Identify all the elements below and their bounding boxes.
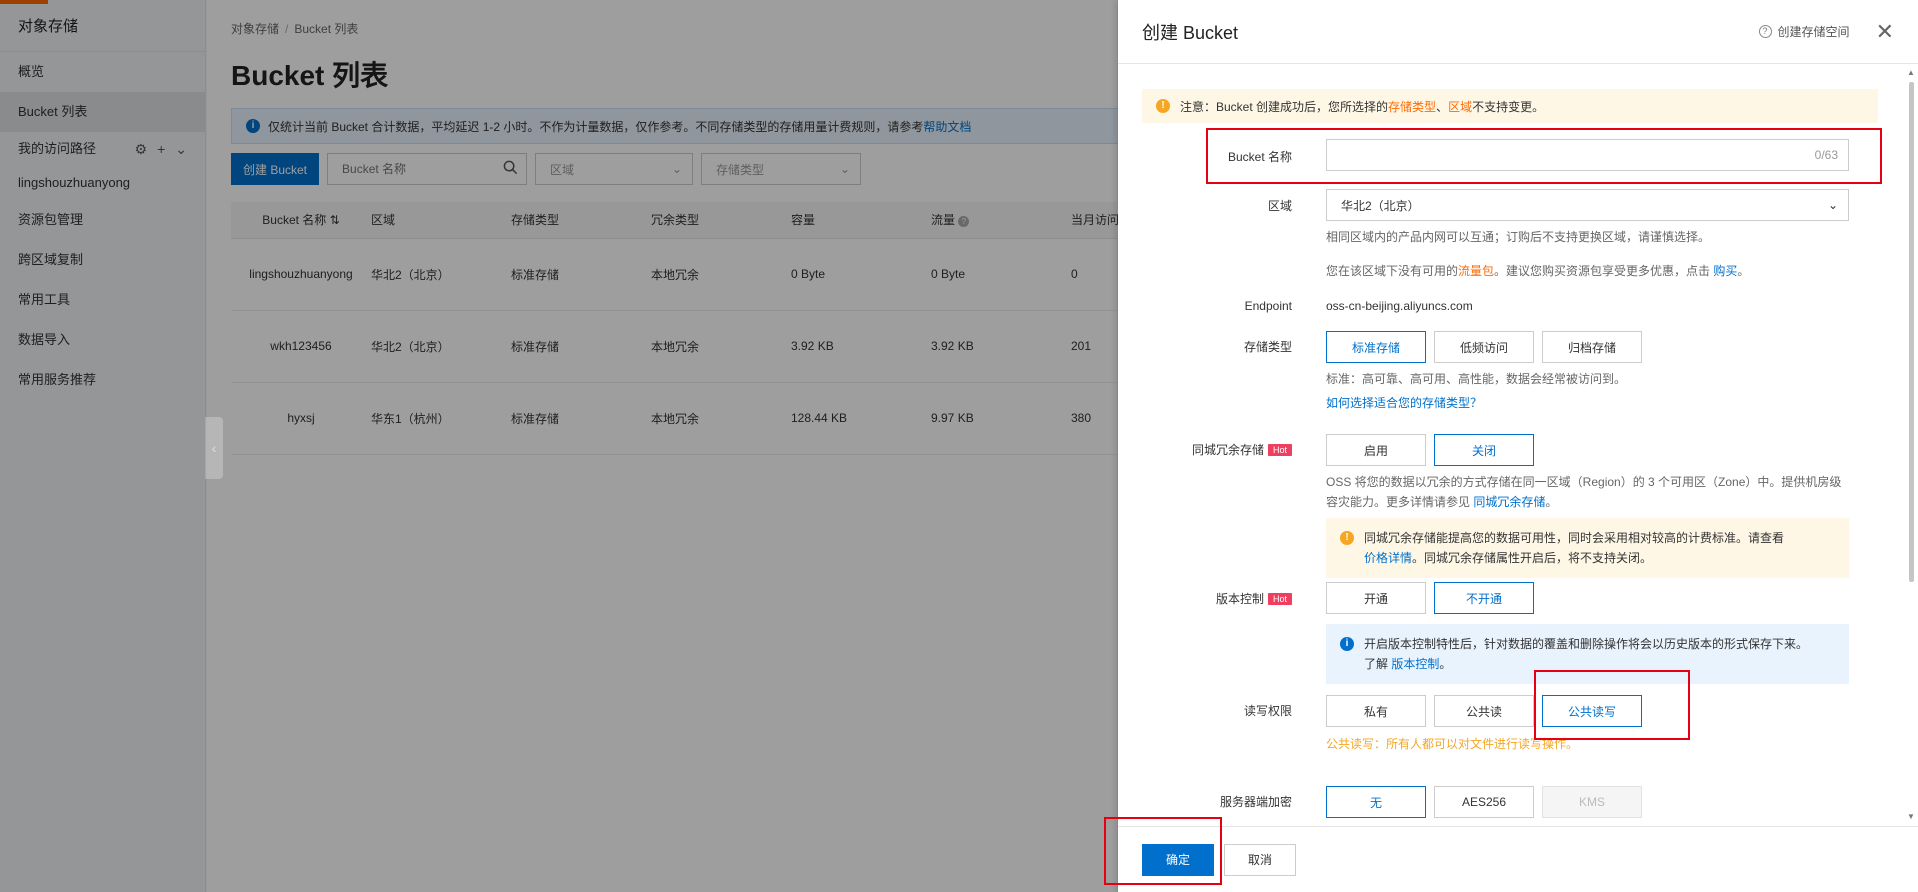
hot-badge: Hot xyxy=(1267,593,1292,605)
modal-overlay[interactable]: ‹ xyxy=(0,0,1118,892)
storage-class-guide-link[interactable]: 如何选择适合您的存储类型？ xyxy=(1326,396,1482,410)
close-icon[interactable]: ✕ xyxy=(1876,20,1894,42)
region-value: 华北2（北京） xyxy=(1341,198,1420,213)
scrollbar-thumb[interactable] xyxy=(1909,82,1914,582)
chevron-down-icon: ⌄ xyxy=(1827,198,1838,212)
warning-em-region: 区域 xyxy=(1448,99,1473,114)
endpoint-value: oss-cn-beijing.aliyuncs.com xyxy=(1326,299,1473,313)
encryption-label: 服务器端加密 xyxy=(1219,795,1292,809)
acl-private[interactable]: 私有 xyxy=(1326,695,1426,727)
zrs-pricing-warning: ! 同城冗余存储能提高您的数据可用性，同时会采用相对较高的计费标准。请查看 价格… xyxy=(1326,518,1849,578)
drawer-header: 创建 Bucket ? 创建存储空间 ✕ xyxy=(1118,0,1918,64)
storage-class-standard[interactable]: 标准存储 xyxy=(1326,331,1426,363)
warning-text: 注意：Bucket 创建成功后，您所选择的 xyxy=(1180,99,1389,114)
drawer-footer: 确定 取消 xyxy=(1118,826,1918,892)
cancel-button[interactable]: 取消 xyxy=(1224,843,1296,876)
scroll-up-arrow-icon[interactable]: ▲ xyxy=(1907,68,1915,77)
acl-label: 读写权限 xyxy=(1243,704,1292,718)
versioning-options: 开通 不开通 xyxy=(1326,582,1849,614)
storage-class-archive[interactable]: 归档存储 xyxy=(1542,331,1642,363)
zrs-hint: OSS 将您的数据以冗余的方式存储在同一区域（Region）的 3 个可用区（Z… xyxy=(1326,475,1842,509)
encryption-kms: KMS xyxy=(1542,786,1642,818)
info-icon: i xyxy=(1340,637,1354,651)
warning-separator: 、 xyxy=(1436,99,1449,114)
zrs-label: 同城冗余存储 Hot xyxy=(1118,441,1292,458)
hot-badge: Hot xyxy=(1267,444,1292,456)
endpoint-label: Endpoint xyxy=(1244,299,1292,313)
help-link-label: 创建存储空间 xyxy=(1777,25,1850,39)
create-storage-help-link[interactable]: ? 创建存储空间 xyxy=(1758,23,1850,40)
zrs-doc-link[interactable]: 同城冗余存储 xyxy=(1473,495,1545,509)
storage-class-label: 存储类型 xyxy=(1243,340,1292,354)
zrs-enable[interactable]: 启用 xyxy=(1326,434,1426,466)
versioning-doc-link[interactable]: 版本控制 xyxy=(1391,657,1439,671)
storage-class-hint: 标准：高可靠、高可用、高性能，数据会经常被访问到。 xyxy=(1326,372,1627,386)
region-label: 区域 xyxy=(1267,199,1292,213)
warning-em-storage-class: 存储类型 xyxy=(1388,99,1437,114)
annotation-box-bucket-name xyxy=(1206,128,1882,184)
warning-icon: ! xyxy=(1340,531,1354,545)
versioning-label: 版本控制 Hot xyxy=(1118,590,1292,607)
warning-icon: ! xyxy=(1156,99,1170,113)
encryption-none[interactable]: 无 xyxy=(1326,786,1426,818)
zrs-options: 启用 关闭 xyxy=(1326,434,1849,466)
warning-suffix: 不支持变更。 xyxy=(1472,99,1545,114)
storage-class-ia[interactable]: 低频访问 xyxy=(1434,331,1534,363)
traffic-pack-link[interactable]: 流量包 xyxy=(1458,264,1494,278)
zrs-disable[interactable]: 关闭 xyxy=(1434,434,1534,466)
sidebar-collapse-handle[interactable]: ‹ xyxy=(205,417,223,479)
buy-link[interactable]: 购买 xyxy=(1713,264,1737,278)
acl-public-read[interactable]: 公共读 xyxy=(1434,695,1534,727)
traffic-pack-hint: 您在该区域下没有可用的流量包。建议您购买资源包享受更多优惠，点击 购买。 xyxy=(1326,264,1750,278)
help-circle-icon: ? xyxy=(1758,25,1772,38)
drawer-title: 创建 Bucket xyxy=(1142,22,1239,43)
storage-class-options: 标准存储 低频访问 归档存储 xyxy=(1326,331,1642,363)
encryption-options: 无 AES256 KMS xyxy=(1326,786,1642,818)
versioning-disable[interactable]: 不开通 xyxy=(1434,582,1534,614)
drawer-scrollbar[interactable]: ▲ ▼ xyxy=(1906,66,1916,823)
region-select[interactable]: 华北2（北京） ⌄ xyxy=(1326,189,1849,221)
region-hint: 相同区域内的产品内网可以互通；订购后不支持更换区域，请谨慎选择。 xyxy=(1326,230,1711,244)
scroll-down-arrow-icon[interactable]: ▼ xyxy=(1907,812,1915,821)
pricing-detail-link[interactable]: 价格详情 xyxy=(1364,551,1412,565)
annotation-box-acl xyxy=(1534,670,1690,740)
encryption-aes256[interactable]: AES256 xyxy=(1434,786,1534,818)
annotation-box-confirm xyxy=(1104,817,1222,885)
immutable-warning-banner: ! 注意：Bucket 创建成功后，您所选择的 存储类型、区域 不支持变更。 xyxy=(1142,89,1878,123)
versioning-enable[interactable]: 开通 xyxy=(1326,582,1426,614)
